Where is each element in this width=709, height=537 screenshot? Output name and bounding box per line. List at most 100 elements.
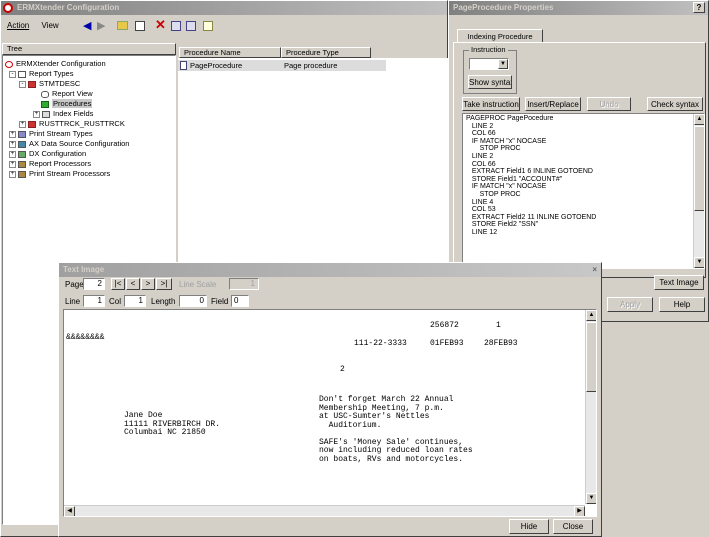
text-image-title-bar[interactable]: Text Image × [59, 263, 601, 277]
tree-item-root[interactable]: ERMXtender Configuration [5, 59, 106, 69]
expand-icon[interactable]: + [9, 130, 16, 138]
procedure-code-editor[interactable]: PAGEPROC PagePocedure LINE 2 COL 66 IF M… [462, 113, 705, 269]
tree-item-ax-data-source[interactable]: + AX Data Source Configuration [9, 139, 129, 149]
scroll-up-icon[interactable]: ▲ [694, 114, 704, 125]
close-icon[interactable]: × [592, 263, 597, 277]
page-input[interactable]: 2 [83, 278, 105, 290]
up-folder-icon[interactable] [117, 21, 128, 30]
expand-icon[interactable]: + [9, 170, 16, 178]
next-page-button[interactable]: > [141, 278, 155, 290]
tab-indexing-procedure[interactable]: Indexing Procedure [457, 29, 543, 43]
scroll-left-icon[interactable]: ◀ [64, 506, 75, 516]
scroll-thumb[interactable] [694, 126, 704, 211]
help-button[interactable]: Help [659, 297, 705, 312]
dx-config-icon [18, 150, 26, 158]
help-question-button[interactable]: ? [693, 2, 705, 13]
processor-icon [18, 170, 26, 178]
apply-button[interactable]: Apply [607, 297, 653, 312]
check-syntax-button[interactable]: Check syntax [647, 97, 703, 111]
app-icon [3, 3, 13, 13]
code-line: LINE 4 [466, 198, 494, 206]
tree-item-print-stream-types[interactable]: + Print Stream Types [9, 129, 93, 139]
length-label: Length [151, 297, 176, 306]
collapse-icon[interactable]: - [19, 80, 26, 88]
code-line: STORE Field2 "SSN" [466, 221, 539, 229]
code-line: IF MATCH "x" NOCASE [466, 137, 547, 145]
menu-view[interactable]: View [41, 21, 58, 30]
expand-icon[interactable]: + [9, 140, 16, 148]
properties-icon[interactable] [135, 21, 145, 31]
column-header-procedure-name[interactable]: Procedure Name [179, 47, 281, 58]
scroll-down-icon[interactable]: ▼ [694, 257, 704, 268]
page-procedure-icon [180, 61, 187, 70]
expand-icon[interactable]: + [33, 110, 40, 118]
properties-title-bar[interactable]: PageProcedure Properties ? [449, 1, 708, 15]
document-hscrollbar[interactable]: ◀ ▶ [64, 505, 585, 516]
document-view[interactable]: 256872 1 &&&&&&&& 111-22-3333 01FEB93 28… [63, 309, 597, 517]
expand-icon[interactable]: + [9, 160, 16, 168]
back-arrow-icon[interactable]: ◀ [83, 19, 91, 32]
code-line: IF MATCH "x" NOCASE [466, 183, 547, 191]
menu-action[interactable]: Action [7, 21, 29, 30]
col-label: Col [109, 297, 122, 306]
close-button[interactable]: Close [553, 519, 593, 534]
insert-replace-button[interactable]: Insert/Replace [525, 97, 581, 111]
length-input[interactable]: 0 [179, 295, 207, 307]
tree-item-rusttrck[interactable]: + RUSTTRCK_RUSTTRCK [19, 119, 125, 129]
delete-icon[interactable]: ✕ [155, 17, 166, 33]
collapse-icon[interactable]: - [9, 70, 16, 78]
column-header-procedure-type[interactable]: Procedure Type [281, 47, 371, 58]
field-input[interactable]: 0 [231, 295, 249, 307]
tree-item-stmtdesc[interactable]: - STMTDESC [19, 79, 80, 89]
code-line: COL 66 [466, 160, 496, 168]
first-page-button[interactable]: |< [111, 278, 125, 290]
tree-item-report-types[interactable]: - Report Types [9, 69, 73, 79]
export-icon[interactable] [171, 21, 181, 31]
account-number: 256872 [430, 321, 459, 330]
forward-arrow-icon[interactable]: ▶ [97, 19, 105, 32]
marker-line: &&&&&&&& [66, 333, 105, 342]
erm-title-bar[interactable]: ERMXtender Configuration [1, 1, 447, 15]
line-scale-input[interactable]: 1 [229, 278, 259, 290]
text-image-button[interactable]: Text Image [654, 275, 704, 290]
report-types-icon [18, 70, 26, 78]
show-syntax-button[interactable]: Show syntax [468, 75, 512, 89]
code-line: LINE 2 [466, 122, 494, 130]
scroll-thumb[interactable] [586, 322, 596, 392]
chevron-down-icon[interactable]: ▼ [498, 59, 508, 69]
last-page-button[interactable]: >| [156, 278, 172, 290]
expand-icon[interactable]: + [19, 120, 26, 128]
take-instruction-button[interactable]: Take instruction [462, 97, 520, 111]
expand-icon[interactable]: + [9, 150, 16, 158]
tree-item-index-fields[interactable]: + Index Fields [33, 109, 93, 119]
line-input[interactable]: 1 [83, 295, 105, 307]
code-line: LINE 12 [466, 228, 498, 236]
code-line: PAGEPROC PagePocedure [466, 115, 554, 122]
table-row[interactable]: PageProcedure Page procedure [178, 60, 386, 71]
tree-item-report-view[interactable]: Report View [41, 89, 93, 99]
col-input[interactable]: 1 [124, 295, 146, 307]
prev-page-button[interactable]: < [126, 278, 140, 290]
scroll-right-icon[interactable]: ▶ [574, 506, 585, 516]
code-scrollbar[interactable]: ▲ ▼ [693, 114, 704, 268]
tree-item-dx-configuration[interactable]: + DX Configuration [9, 149, 86, 159]
code-line: COL 53 [466, 206, 496, 214]
print-stream-icon [18, 130, 26, 138]
line-scale-label: Line Scale [179, 280, 217, 289]
undo-button[interactable]: Undo [587, 97, 631, 111]
code-line: EXTRACT Field2 11 INLINE GOTOEND [466, 213, 597, 221]
instruction-select[interactable]: ▼ [469, 58, 509, 70]
tree-item-procedures[interactable]: Procedures [41, 99, 93, 109]
help-topic-icon[interactable] [203, 21, 213, 31]
import-icon[interactable] [186, 21, 196, 31]
document-vscrollbar[interactable]: ▲ ▼ [585, 310, 596, 504]
scroll-up-icon[interactable]: ▲ [586, 310, 596, 321]
field-label: Field [211, 297, 229, 306]
tree-item-print-stream-processors[interactable]: + Print Stream Processors [9, 169, 110, 179]
page-count: 1 [496, 321, 501, 330]
scroll-down-icon[interactable]: ▼ [586, 493, 596, 504]
tree-item-report-processors[interactable]: + Report Processors [9, 159, 91, 169]
hide-button[interactable]: Hide [509, 519, 549, 534]
glasses-icon [41, 90, 49, 98]
report-icon [28, 80, 36, 88]
